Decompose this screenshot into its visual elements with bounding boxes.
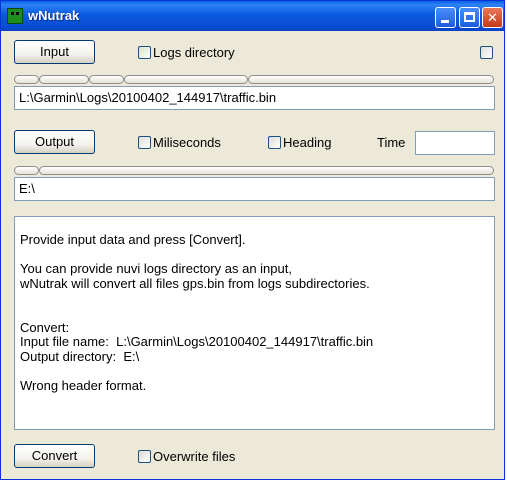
path-segment[interactable] bbox=[39, 75, 89, 84]
miliseconds-checkbox[interactable] bbox=[138, 136, 151, 149]
path-segment[interactable] bbox=[248, 75, 494, 84]
title-bar[interactable]: wNutrak ✕ bbox=[1, 1, 504, 31]
main-window: wNutrak ✕ Input Logs directory L:\Garmin… bbox=[0, 0, 505, 480]
minimize-button[interactable] bbox=[435, 7, 456, 28]
path-segment[interactable] bbox=[89, 75, 124, 84]
time-input[interactable] bbox=[415, 131, 495, 155]
convert-button[interactable]: Convert bbox=[14, 444, 95, 468]
minimize-icon bbox=[441, 20, 449, 23]
log-textarea[interactable]: Provide input data and press [Convert]. … bbox=[14, 216, 495, 430]
time-label: Time bbox=[377, 135, 406, 150]
close-icon: ✕ bbox=[487, 10, 498, 25]
extra-option-checkbox[interactable] bbox=[480, 46, 493, 59]
overwrite-files-label: Overwrite files bbox=[153, 449, 236, 464]
logs-directory-checkbox[interactable] bbox=[138, 46, 151, 59]
miliseconds-label: Miliseconds bbox=[153, 135, 221, 150]
logs-directory-label: Logs directory bbox=[153, 45, 235, 60]
input-button[interactable]: Input bbox=[14, 40, 95, 64]
maximize-button[interactable] bbox=[459, 7, 480, 28]
output-button[interactable]: Output bbox=[14, 130, 95, 154]
overwrite-files-checkbox[interactable] bbox=[138, 450, 151, 463]
heading-label: Heading bbox=[283, 135, 332, 150]
window-title: wNutrak bbox=[28, 8, 80, 23]
heading-checkbox[interactable] bbox=[268, 136, 281, 149]
output-path-field[interactable]: E:\ bbox=[14, 177, 495, 201]
path-segment[interactable] bbox=[14, 166, 39, 175]
path-segment[interactable] bbox=[39, 166, 494, 175]
path-segment[interactable] bbox=[14, 75, 39, 84]
path-segment[interactable] bbox=[124, 75, 248, 84]
app-icon bbox=[7, 8, 23, 24]
input-path-field[interactable]: L:\Garmin\Logs\20100402_144917\traffic.b… bbox=[14, 86, 495, 110]
maximize-icon bbox=[464, 12, 475, 22]
close-button[interactable]: ✕ bbox=[482, 7, 503, 28]
